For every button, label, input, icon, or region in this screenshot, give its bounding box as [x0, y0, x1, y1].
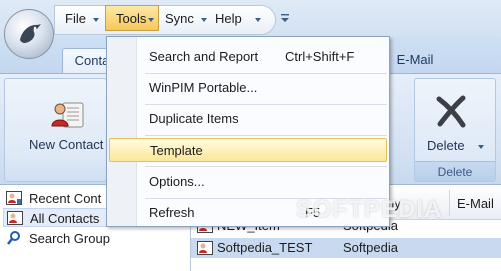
menu-item-options[interactable]: Options...: [109, 170, 387, 194]
nav-item-search-group[interactable]: Search Group: [3, 229, 187, 248]
new-contact-button[interactable]: New Contact: [29, 137, 103, 152]
menu-item-label: Search and Report: [149, 49, 259, 64]
menu-item-label: Options...: [149, 174, 205, 189]
menu-item-label: Duplicate Items: [149, 111, 239, 126]
chevron-down-icon: [93, 18, 99, 22]
nav-item-label: All Contacts: [30, 211, 100, 226]
menu-file[interactable]: File: [55, 6, 105, 32]
cell-name: Softpedia_TEST: [217, 240, 313, 255]
new-contact-icon: [51, 102, 84, 128]
menu-item-label: WinPIM Portable...: [149, 80, 258, 95]
cell-company: Softpedia: [343, 240, 398, 255]
ribbon-group-delete: Delete Delete: [414, 78, 496, 182]
menu-item-template[interactable]: Template: [109, 138, 387, 162]
menu-help[interactable]: Help: [205, 6, 263, 32]
column-divider[interactable]: [449, 190, 450, 216]
nav-item-label: Recent Cont: [29, 191, 102, 206]
delete-icon: [436, 95, 466, 128]
app-orb-icon[interactable]: [4, 9, 54, 59]
ribbon-group-label: Delete: [415, 161, 495, 181]
menu-item-label: Refresh: [149, 205, 195, 220]
menu-sync[interactable]: Sync: [155, 6, 207, 32]
menu-separator: [145, 135, 387, 136]
menu-bar: File Tools Sync Help: [54, 5, 276, 35]
chevron-down-icon: [255, 18, 261, 22]
menu-tools[interactable]: Tools: [105, 5, 159, 31]
menu-separator: [145, 166, 387, 167]
qat-customize-icon[interactable]: [280, 12, 290, 24]
nav-item-label: Search Group: [29, 231, 110, 246]
menu-sync-label: Sync: [165, 11, 194, 26]
menu-item-winpim-portable[interactable]: WinPIM Portable...: [109, 76, 387, 100]
menu-separator: [145, 104, 387, 105]
search-icon: [7, 231, 20, 245]
watermark: SOFTPEDIA: [296, 196, 443, 223]
tab-email[interactable]: E-Mail: [385, 48, 445, 75]
table-row[interactable]: Softpedia_TEST Softpedia: [191, 238, 501, 258]
menu-item-duplicate-items[interactable]: Duplicate Items: [109, 107, 387, 131]
menu-item-label: Template: [150, 143, 203, 158]
menu-file-label: File: [65, 11, 86, 26]
menu-separator: [145, 73, 387, 74]
menu-tools-label: Tools: [116, 11, 147, 26]
chevron-down-icon: [148, 18, 154, 22]
contact-card-icon: [6, 191, 22, 205]
column-header-email[interactable]: E-Mail: [457, 196, 494, 211]
ribbon-group-new: New Contact: [4, 78, 107, 182]
contact-card-icon: [197, 241, 213, 255]
chevron-down-icon[interactable]: [478, 145, 484, 149]
menu-item-search-and-report[interactable]: Search and Report Ctrl+Shift+F: [109, 45, 387, 69]
menu-help-label: Help: [215, 11, 242, 26]
contact-card-icon: [7, 211, 23, 225]
menu-item-shortcut: Ctrl+Shift+F: [285, 49, 355, 64]
delete-button[interactable]: Delete: [427, 138, 465, 153]
